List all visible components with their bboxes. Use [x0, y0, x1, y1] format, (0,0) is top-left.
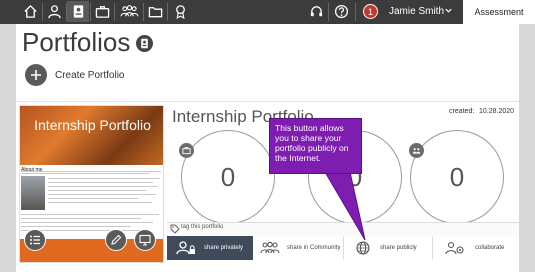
share-publicly-label: share publicly — [380, 245, 417, 251]
nav-divider — [114, 3, 115, 21]
create-portfolio-button[interactable] — [25, 64, 47, 86]
stat-count: 0 — [220, 161, 236, 192]
user-lock-icon — [176, 241, 195, 255]
user-icon[interactable] — [43, 1, 65, 22]
stat-circle-community[interactable]: 0 — [410, 130, 504, 224]
edit-button[interactable] — [105, 229, 127, 251]
folder-icon[interactable] — [144, 1, 166, 22]
thumbnail-text-line — [48, 198, 138, 199]
portfolio-icon — [136, 35, 153, 52]
created-date: 10.28.2020 — [479, 108, 515, 115]
created-label: created: — [449, 108, 475, 115]
award-icon[interactable] — [169, 1, 191, 22]
share-community-button[interactable]: share in Community — [255, 236, 343, 260]
create-portfolio-label[interactable]: Create Portfolio — [55, 70, 124, 81]
tooltip-callout: This button allows you to share your por… — [269, 118, 362, 174]
headset-icon[interactable] — [305, 1, 327, 22]
tooltip-text: This button allows you to share your por… — [275, 123, 349, 163]
notification-badge[interactable]: 1 — [363, 4, 378, 19]
nav-divider — [328, 3, 329, 21]
assessment-tab[interactable]: Assessment — [463, 0, 535, 24]
thumbnail-photo — [21, 176, 45, 210]
help-icon[interactable] — [330, 1, 352, 22]
list-icon — [30, 235, 40, 245]
share-privately-button[interactable]: share privately — [167, 236, 253, 260]
thumbnail-text-line — [21, 218, 141, 219]
portfolio-icon[interactable] — [67, 1, 89, 22]
thumbnail-text-line — [48, 190, 146, 191]
user-name[interactable]: Jamie Smith — [389, 6, 444, 17]
stat-circle-briefcase[interactable]: 0 — [181, 130, 275, 224]
collaborate-icon — [445, 241, 464, 255]
share-publicly-button[interactable]: share publicly — [344, 236, 432, 260]
share-privately-label: share privately — [204, 245, 244, 251]
thumbnail-text-line — [48, 194, 156, 195]
collaborate-button[interactable]: collaborate — [433, 236, 519, 260]
page-title: Portfolios — [22, 27, 131, 57]
thumbnail-text-line — [21, 173, 149, 174]
list-view-button[interactable] — [24, 229, 46, 251]
home-icon[interactable] — [19, 1, 41, 22]
plus-icon — [31, 70, 41, 80]
monitor-icon — [139, 234, 151, 246]
top-navigation-bar: 1 Jamie Smith Assessment — [0, 0, 535, 24]
community-icon — [409, 143, 424, 158]
nav-divider — [167, 3, 168, 21]
chevron-down-icon[interactable] — [444, 6, 453, 15]
thumbnail-text-line — [48, 178, 160, 179]
thumbnail-text-line — [21, 222, 153, 223]
briefcase-icon[interactable] — [91, 1, 113, 22]
tag-input-placeholder[interactable]: tag this portfolio — [181, 224, 223, 230]
thumbnail-text-line — [21, 214, 159, 215]
thumbnail-text-line — [48, 186, 158, 187]
divider — [16, 101, 519, 102]
tag-icon — [170, 224, 180, 234]
thumbnail-text-line — [48, 202, 152, 203]
community-icon[interactable] — [116, 1, 142, 22]
stat-count: 0 — [449, 161, 465, 192]
pencil-icon — [111, 234, 122, 245]
community-icon — [260, 241, 280, 254]
share-community-label: share in Community — [287, 245, 341, 251]
briefcase-icon — [179, 143, 194, 158]
collaborate-label: collaborate — [475, 245, 505, 251]
tag-input-row[interactable]: tag this portfolio — [167, 222, 519, 237]
nav-divider — [355, 3, 356, 21]
thumbnail-banner-image — [20, 106, 163, 165]
thumbnail-text-line — [21, 171, 161, 172]
globe-icon — [356, 241, 370, 255]
thumbnail-title: Internship Portfolio — [34, 117, 151, 133]
thumbnail-text-line — [48, 182, 153, 183]
share-bar: share privately share in Community share… — [167, 236, 519, 260]
thumbnail-text-line — [21, 226, 131, 227]
preview-button[interactable] — [134, 229, 156, 251]
